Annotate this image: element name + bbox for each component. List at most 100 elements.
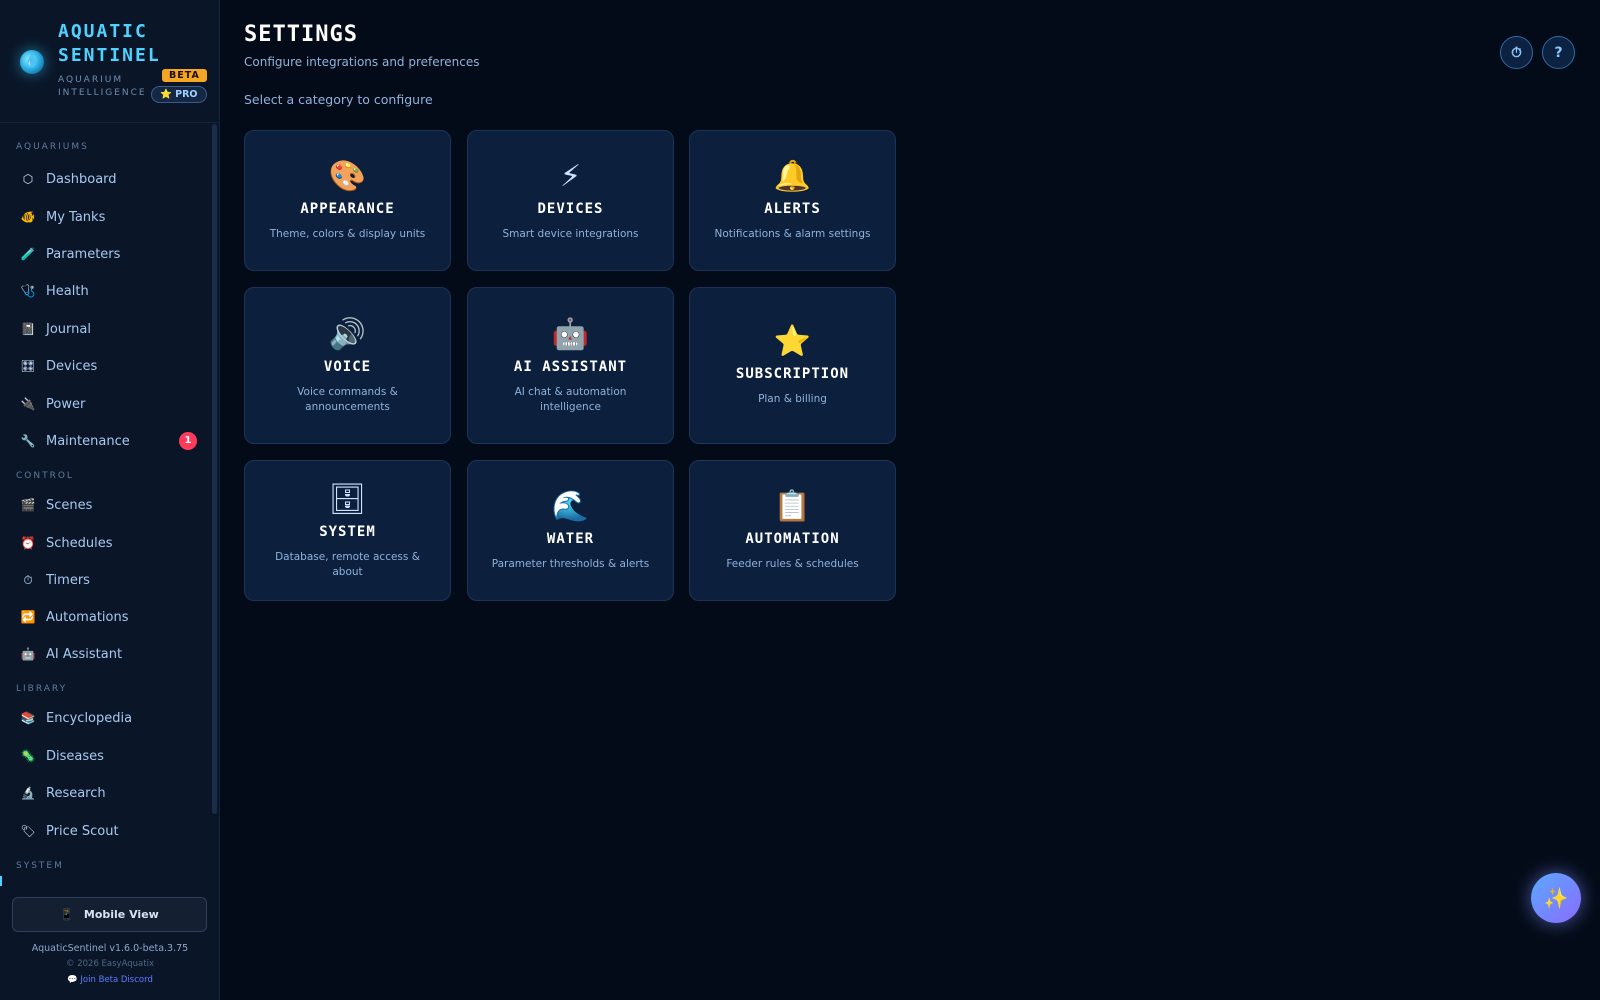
repeat-icon: 🔁 (20, 610, 36, 624)
card-description: Plan & billing (758, 393, 827, 405)
card-water[interactable]: 🌊 WATER Parameter thresholds & alerts (467, 460, 674, 601)
card-devices[interactable]: ⚡ DEVICES Smart device integrations (467, 130, 674, 271)
lightning-icon: ⚡ (559, 159, 582, 194)
sparkles-icon: ✨ (1543, 886, 1569, 910)
sidebar-item-label: Encyclopedia (46, 710, 133, 726)
sidebar-item-label: Dashboard (46, 171, 117, 187)
ai-sparkle-button[interactable]: ✨ (1531, 873, 1581, 923)
help-button[interactable]: ? (1542, 36, 1575, 69)
stopwatch-icon: ⏱ (23, 572, 33, 587)
mobile-view-button[interactable]: 📱 Mobile View (12, 897, 207, 932)
active-item-indicator (0, 876, 2, 886)
sidebar-item-label: Timers (46, 572, 90, 588)
sidebar-item-maintenance[interactable]: 🔧 Maintenance 1 (0, 425, 212, 457)
sidebar-item-diseases[interactable]: 🦠 Diseases (0, 740, 212, 772)
card-automation[interactable]: 📋 AUTOMATION Feeder rules & schedules (689, 460, 896, 601)
sidebar-item-schedules[interactable]: ⏰ Schedules (0, 527, 212, 559)
page-title: SETTINGS (244, 22, 358, 47)
section-library: LIBRARY (16, 684, 68, 694)
card-description: AI chat & automation intelligence (514, 385, 627, 413)
card-ai-assistant[interactable]: 🤖 AI ASSISTANT AI chat & automation inte… (467, 287, 674, 444)
card-title: SUBSCRIPTION (735, 366, 850, 382)
dashboard-icon: ⬡ (22, 172, 34, 186)
card-title: WATER (546, 531, 595, 547)
card-description: Feeder rules & schedules (726, 558, 859, 570)
card-description: Database, remote access & about (275, 550, 420, 578)
sidebar-item-label: Devices (46, 358, 98, 374)
sidebar-scrollbar[interactable] (212, 124, 217, 814)
sidebar-item-price-scout[interactable]: 🏷 Price Scout (0, 815, 212, 847)
robot-icon: 🤖 (20, 647, 36, 661)
test-tube-icon: 🧪 (20, 247, 36, 261)
control-knobs-icon: 🎛 (20, 359, 36, 373)
sidebar-item-timers[interactable]: ⏱ Timers (0, 564, 212, 596)
bell-icon: 🔔 (773, 159, 812, 194)
section-control: CONTROL (16, 471, 74, 481)
pro-badge[interactable]: ⭐ PRO (151, 86, 207, 103)
sidebar-item-label: Research (46, 785, 106, 801)
sidebar-item-health[interactable]: 🩺 Health (0, 275, 212, 307)
microscope-icon: 🔬 (20, 786, 36, 800)
sidebar-item-label: Maintenance (46, 433, 130, 449)
sidebar-item-research[interactable]: 🔬 Research (0, 777, 212, 809)
card-title: ALERTS (764, 201, 821, 217)
sidebar: 💧 AQUATIC SENTINEL AQUARIUM INTELLIGENCE… (0, 0, 220, 1000)
sidebar-item-scenes[interactable]: 🎬 Scenes (0, 489, 212, 521)
sidebar-item-encyclopedia[interactable]: 📚 Encyclopedia (0, 702, 212, 734)
brand-title: AQUATIC SENTINEL (58, 21, 161, 66)
sidebar-item-power[interactable]: 🔌 Power (0, 388, 212, 420)
card-description: Parameter thresholds & alerts (491, 558, 650, 570)
card-description: Notifications & alarm settings (714, 228, 871, 240)
sidebar-item-label: Schedules (46, 535, 113, 551)
microbe-icon: 🦠 (20, 749, 36, 763)
sidebar-item-devices[interactable]: 🎛 Devices (0, 350, 212, 382)
water-drop-icon: 💧 (20, 50, 44, 74)
mobile-phone-icon: 📱 (60, 908, 74, 921)
app-version: AquaticSentinel v1.6.0-beta.3.75 (31, 943, 189, 954)
palette-icon: 🎨 (328, 159, 367, 194)
speaker-icon: 🔊 (328, 316, 367, 352)
sidebar-item-ai-assistant[interactable]: 🤖 AI Assistant (0, 638, 212, 670)
card-system[interactable]: 🗄 SYSTEM Database, remote access & about (244, 460, 451, 601)
card-title: SYSTEM (319, 523, 376, 540)
card-alerts[interactable]: 🔔 ALERTS Notifications & alarm settings (689, 130, 896, 271)
section-system: SYSTEM (16, 861, 64, 871)
card-voice[interactable]: 🔊 VOICE Voice commands & announcements (244, 287, 451, 444)
card-appearance[interactable]: 🎨 APPEARANCE Theme, colors & display uni… (244, 130, 451, 271)
books-icon: 📚 (20, 711, 36, 725)
sidebar-item-label: Power (46, 396, 86, 412)
price-tag-icon: 🏷 (20, 824, 36, 838)
mobile-view-label: Mobile View (83, 908, 159, 921)
sidebar-item-parameters[interactable]: 🧪 Parameters (0, 238, 212, 270)
sidebar-item-label: Journal (46, 321, 91, 337)
sidebar-item-label: Scenes (46, 497, 93, 513)
sidebar-item-automations[interactable]: 🔁 Automations (0, 601, 212, 633)
card-title: AI ASSISTANT (513, 358, 628, 375)
join-discord-link[interactable]: 💬 Join Beta Discord (0, 975, 220, 985)
card-title: APPEARANCE (300, 201, 395, 217)
page-subtitle: Configure integrations and preferences (244, 55, 480, 69)
sidebar-item-journal[interactable]: 📓 Journal (0, 313, 212, 345)
sidebar-item-label: Automations (46, 609, 129, 625)
question-mark-icon: ? (1554, 44, 1563, 61)
plug-icon: 🔌 (20, 397, 36, 411)
card-title: DEVICES (537, 201, 604, 217)
brand-subtitle: AQUARIUM INTELLIGENCE (58, 75, 147, 98)
sidebar-item-label: Diseases (46, 748, 104, 764)
copyright: © 2026 EasyAquatix (66, 959, 154, 969)
notebook-icon: 📓 (20, 322, 36, 336)
wave-icon: 🌊 (551, 489, 590, 524)
stethoscope-icon: 🩺 (20, 284, 36, 298)
card-description: Voice commands & announcements (297, 385, 398, 413)
alarm-clock-icon: ⏰ (20, 536, 36, 550)
timer-button[interactable]: ⏱ (1500, 36, 1533, 69)
maintenance-count-badge: 1 (179, 432, 197, 450)
card-title: VOICE (323, 358, 372, 375)
sidebar-item-label: AI Assistant (46, 646, 123, 662)
beta-badge: BETA (162, 69, 207, 82)
sidebar-item-label: My Tanks (46, 209, 106, 225)
sidebar-item-my-tanks[interactable]: 🐠 My Tanks (0, 201, 212, 233)
stopwatch-icon: ⏱ (1511, 44, 1522, 61)
sidebar-item-dashboard[interactable]: ⬡ Dashboard (0, 163, 212, 195)
card-subscription[interactable]: ⭐ SUBSCRIPTION Plan & billing (689, 287, 896, 444)
